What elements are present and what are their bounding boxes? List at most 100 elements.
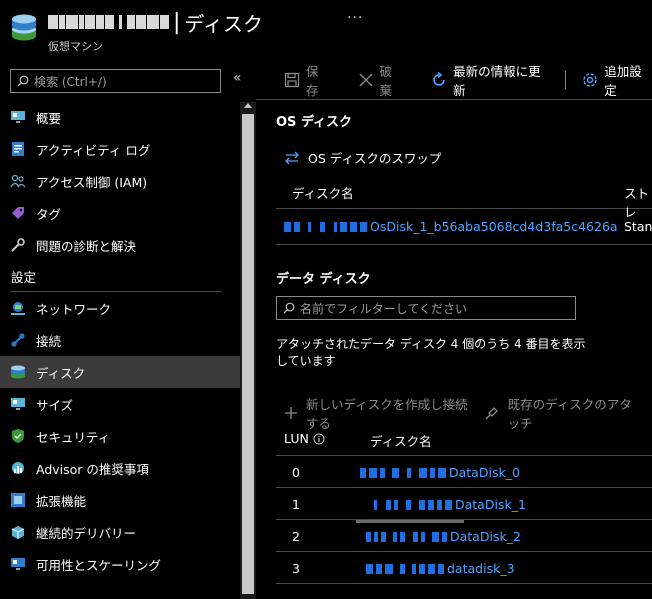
lun-value: 2 xyxy=(292,529,300,544)
sidebar-item-label: 継続的デリバリー xyxy=(36,525,137,541)
sidebar-item-label: サイズ xyxy=(36,397,74,413)
swap-os-disk-button[interactable]: OS ディスクのスワップ xyxy=(284,148,441,167)
sidebar-item-label: Advisor の推奨事項 xyxy=(36,461,149,477)
sidebar-item-disks[interactable]: ディスク xyxy=(0,356,240,388)
sidebar-item-connect[interactable]: 接続 xyxy=(0,324,240,356)
save-button[interactable]: 保存 xyxy=(284,61,330,99)
lun-value: 1 xyxy=(292,497,300,512)
os-disk-table-header: ディスク名 ストレ xyxy=(276,173,652,220)
data-disk-link[interactable]: DataDisk_0 xyxy=(449,465,520,480)
redacted-prefix xyxy=(360,467,446,478)
attach-icon xyxy=(484,405,500,421)
filter-by-name-input[interactable]: 名前でフィルターしてください xyxy=(276,296,576,320)
scroll-up-arrow-icon[interactable] xyxy=(244,103,252,108)
additional-settings-button[interactable]: 追加設定 xyxy=(582,61,652,99)
sidebar-item-advisor[interactable]: Advisor の推奨事項 xyxy=(0,452,240,484)
monitor-icon xyxy=(10,109,26,125)
sidebar-scrollbar-thumb[interactable] xyxy=(242,114,254,594)
redacted-prefix xyxy=(360,531,447,542)
lun-value: 3 xyxy=(292,561,300,576)
sidebar-item-iam[interactable]: アクセス制御 (IAM) xyxy=(0,165,240,197)
sidebar-item-label: ネットワーク xyxy=(36,301,112,317)
title-separator: | xyxy=(173,9,181,35)
search-icon xyxy=(17,75,29,87)
sidebar-item-tags[interactable]: タグ xyxy=(0,197,240,229)
os-disk-link[interactable]: OsDisk_1_b56aba5068cd4d3fa5c4626a xyxy=(370,219,618,234)
data-disk-heading: データ ディスク xyxy=(276,272,371,287)
redacted-prefix xyxy=(284,221,367,232)
scaling-icon xyxy=(10,556,26,572)
delivery-icon xyxy=(10,524,26,540)
command-bar: 保存 破棄 最新の情報に更新 追加設定 xyxy=(256,60,652,100)
sidebar-item-label: 問題の診断と解決 xyxy=(36,238,137,254)
sidebar-item-diagnose[interactable]: 問題の診断と解決 xyxy=(0,229,240,261)
refresh-icon xyxy=(431,71,447,88)
sidebar-item-overview[interactable]: 概要 xyxy=(0,101,240,133)
filter-placeholder: 名前でフィルターしてください xyxy=(300,301,468,316)
refresh-label: 最新の情報に更新 xyxy=(453,63,541,98)
people-icon xyxy=(10,173,26,189)
sidebar-item-label: タグ xyxy=(36,206,62,222)
disk-stack-icon xyxy=(12,14,36,41)
redacted-vm-name xyxy=(48,11,169,33)
sidebar-item-security[interactable]: セキュリティ xyxy=(0,420,240,452)
refresh-button[interactable]: 最新の情報に更新 xyxy=(431,61,549,99)
blade-header: | ディスク ··· 仮想マシン xyxy=(0,0,652,60)
wrench-icon xyxy=(10,237,26,253)
sidebar-item-label: 接続 xyxy=(36,333,62,349)
sidebar-search-placeholder: 検索 (Ctrl+/) xyxy=(34,74,107,89)
data-disk-link[interactable]: DataDisk_1 xyxy=(455,497,526,512)
collapse-sidebar-button[interactable]: « xyxy=(233,70,242,86)
table-row: 1 DataDisk_1 xyxy=(276,488,652,520)
sidebar-item-label: 拡張機能 xyxy=(36,493,87,509)
sidebar-item-label: アクティビティ ログ xyxy=(36,142,151,158)
sidebar-nav: 概要 アクティビティ ログ アクセス制御 (IAM) タグ 問題の診断と解決 設… xyxy=(0,101,240,580)
info-icon[interactable] xyxy=(313,433,325,445)
table-horizontal-scrollbar[interactable] xyxy=(356,520,464,523)
sidebar-item-availability[interactable]: 可用性とスケーリング xyxy=(0,548,240,580)
lun-value: 0 xyxy=(292,465,300,480)
sidebar-item-label: アクセス制御 (IAM) xyxy=(36,174,148,190)
extensions-icon xyxy=(10,492,26,508)
sidebar-item-label: 可用性とスケーリング xyxy=(36,557,162,573)
sidebar-scrollbar[interactable] xyxy=(240,102,256,599)
shield-icon xyxy=(10,428,26,444)
discard-button[interactable]: 破棄 xyxy=(358,61,404,99)
advisor-icon xyxy=(10,460,26,476)
network-icon xyxy=(10,300,26,316)
swap-os-disk-label: OS ディスクのスワップ xyxy=(308,151,442,166)
toolbar-divider xyxy=(565,70,567,89)
gear-icon xyxy=(582,72,598,88)
table-row: OsDisk_1_b56aba5068cd4d3fa5c4626a Stanc xyxy=(276,209,652,245)
sidebar: 検索 (Ctrl+/) « 概要 アクティビティ ログ アクセス制御 (IAM) xyxy=(0,60,256,599)
sidebar-item-activity-log[interactable]: アクティビティ ログ xyxy=(0,133,240,165)
sidebar-item-continuous-delivery[interactable]: 継続的デリバリー xyxy=(0,516,240,548)
save-icon xyxy=(284,72,300,88)
sidebar-item-network[interactable]: ネットワーク xyxy=(0,292,240,324)
page-subtitle: 仮想マシン xyxy=(48,40,103,53)
save-label: 保存 xyxy=(306,63,319,98)
os-disk-heading: OS ディスク xyxy=(276,115,353,130)
discard-label: 破棄 xyxy=(379,63,393,98)
redacted-prefix xyxy=(360,499,452,510)
data-disk-link[interactable]: DataDisk_2 xyxy=(450,529,521,544)
search-icon xyxy=(283,302,295,314)
col-lun: LUN xyxy=(284,431,309,446)
redacted-prefix xyxy=(360,563,444,574)
sidebar-search-input[interactable]: 検索 (Ctrl+/) xyxy=(10,69,221,93)
col-disk-name: ディスク名 xyxy=(370,434,432,449)
sidebar-item-extensions[interactable]: 拡張機能 xyxy=(0,484,240,516)
sidebar-item-label: セキュリティ xyxy=(36,429,111,445)
additional-settings-label: 追加設定 xyxy=(604,63,642,98)
disks-content: OS ディスク OS ディスクのスワップ ディスク名 ストレ OsDisk_1_… xyxy=(256,100,652,599)
data-disk-table-header: LUN ディスク名 xyxy=(276,420,652,456)
connect-icon xyxy=(10,332,26,348)
sidebar-item-size[interactable]: サイズ xyxy=(0,388,240,420)
disk-icon xyxy=(10,364,26,380)
table-row: 3 datadisk_3 xyxy=(276,552,652,584)
col-disk-name: ディスク名 xyxy=(292,186,354,201)
os-disk-storage: Stanc xyxy=(624,219,652,234)
page-title: ディスク xyxy=(184,11,264,36)
more-options-button[interactable]: ··· xyxy=(347,10,363,26)
data-disk-link[interactable]: datadisk_3 xyxy=(447,561,515,576)
